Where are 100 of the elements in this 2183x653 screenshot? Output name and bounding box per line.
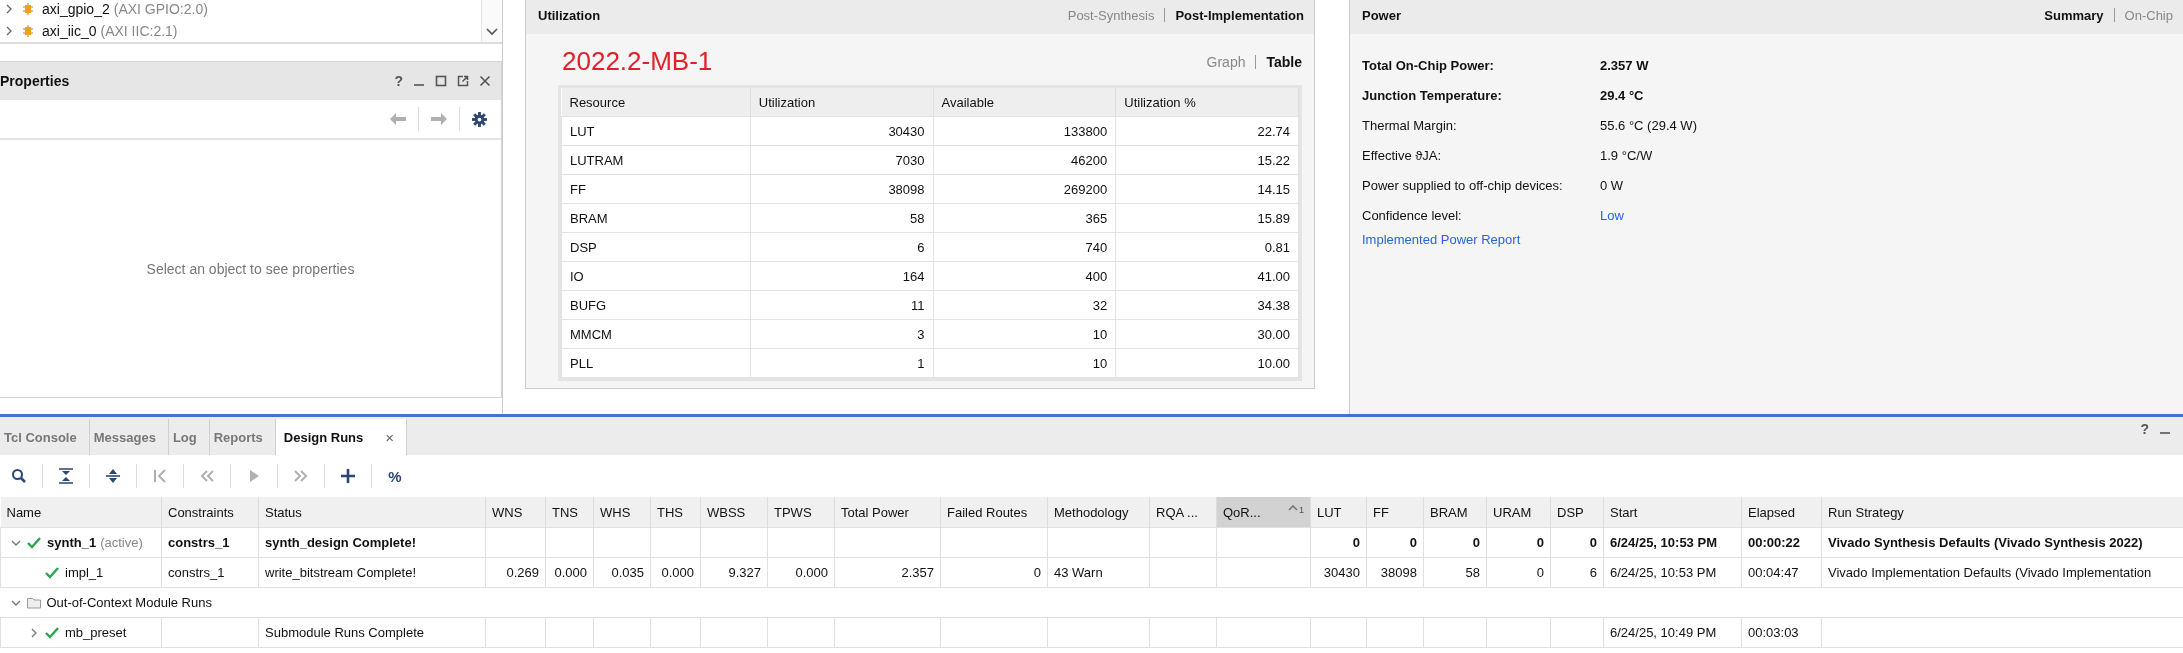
column-header[interactable]: Elapsed [1741,497,1822,528]
table-cell: BUFG [561,290,751,320]
sort-indicator: 1 [1287,504,1304,515]
close-tab-button[interactable]: × [385,428,395,446]
column-header[interactable]: BRAM [1423,497,1487,528]
table-cell: 32 [933,290,1116,320]
table-cell: 00:04:47 [1748,565,1799,580]
view-toggle[interactable]: Table [1266,53,1302,70]
add-icon[interactable] [340,468,356,484]
table-cell: constrs_1 [168,535,230,550]
confidence-link[interactable]: Low [1600,204,1697,226]
table-cell: DSP [561,232,751,262]
scroll-down-icon[interactable] [486,28,498,36]
column-header[interactable]: Constraints [161,497,259,528]
float-icon[interactable] [457,75,469,87]
run-name[interactable]: mb_preset [65,625,127,640]
column-header[interactable]: Run Strategy [1821,497,2183,528]
table-cell: 00:00:22 [1748,535,1801,550]
column-header[interactable]: RQA ... [1149,497,1217,528]
panel-title: Utilization [538,7,601,23]
table-cell: 15.89 [1115,203,1299,233]
table-cell: Vivado Synthesis Defaults (Vivado Synthesis 2022) [1828,535,2143,550]
column-header[interactable]: WNS [485,497,546,528]
column-header[interactable]: Available [933,88,1116,117]
column-header[interactable]: WBSS [700,497,768,528]
power-value: 29.4 °C [1600,86,1645,105]
column-header[interactable]: URAM [1486,497,1551,528]
table-cell: 0.269 [506,565,539,580]
table-cell: 7030 [750,145,934,175]
column-header[interactable]: THS [650,497,701,528]
view-tab[interactable]: Post-Implementation [1175,7,1304,23]
expand-all-icon[interactable] [105,468,121,484]
table-cell: 43 Warn [1054,565,1103,580]
tree-item-detail: (AXI GPIO:2.0) [113,1,208,17]
power-report-link[interactable]: Implemented Power Report [1350,226,1521,247]
table-cell: 0.81 [1115,232,1299,262]
table-cell: 0 [1472,535,1480,550]
table-cell: 38098 [1380,565,1417,580]
settings-icon[interactable] [472,111,487,127]
column-header[interactable]: WHS [593,497,651,528]
table-cell: 15.22 [1115,145,1299,175]
table-cell: 58 [750,203,934,233]
table-cell: 0.035 [611,565,644,580]
table-cell: constrs_1 [168,565,225,580]
table-cell: 164 [750,261,934,291]
table-cell: 0 [1033,565,1041,580]
panel-tab[interactable]: Log [168,419,210,455]
close-icon[interactable] [479,75,491,87]
table-cell: 0 [1536,535,1544,550]
chevron-icon[interactable] [4,4,14,14]
table-cell: 30.00 [1115,319,1299,349]
tree-item[interactable]: axi_gpio_2 [42,1,110,17]
folder-icon [26,596,41,609]
column-header[interactable]: LUT [1310,497,1367,528]
column-header[interactable]: DSP [1550,497,1604,528]
column-header[interactable]: Total Power [834,497,941,528]
table-cell: 269200 [933,174,1116,204]
design-heading: 2022.2-MB-1 [562,46,713,77]
column-header[interactable]: TNS [545,497,594,528]
help-button[interactable]: ? [394,73,403,89]
view-tab[interactable]: Summary [2044,7,2104,23]
column-header[interactable]: Utilization [750,88,934,117]
group-label[interactable]: Out-of-Context Module Runs [46,595,212,610]
search-icon[interactable] [11,468,27,484]
panel-tab[interactable]: Reports [209,419,276,455]
column-header[interactable]: Utilization % [1115,88,1299,117]
column-header[interactable]: Failed Routes [940,497,1048,528]
panel-tab[interactable]: Tcl Console [0,419,90,455]
table-cell: 22.74 [1115,116,1299,146]
help-button[interactable]: ? [2140,421,2149,437]
table-cell: 0.000 [554,565,587,580]
table-cell: 365 [933,203,1116,233]
table-cell: Vivado Implementation Defaults (Vivado Implementation [1828,565,2152,580]
scrollbar[interactable] [481,0,502,42]
table-cell: 9.327 [728,565,761,580]
table-cell: IO [561,261,751,291]
power-value: 0 W [1600,176,1625,195]
table-cell: 38098 [750,174,934,204]
column-header[interactable]: Methodology [1047,497,1150,528]
table-cell: 30430 [750,116,934,146]
collapse-all-icon[interactable] [58,468,74,484]
active-label: (active) [100,535,143,550]
table-cell: FF [561,174,751,204]
column-header[interactable]: Name [0,497,162,528]
column-header[interactable]: Resource [561,88,751,117]
percent-button[interactable]: % [388,467,402,485]
panel-tab[interactable]: Design Runs × [275,419,408,455]
column-header[interactable]: TPWS [767,497,835,528]
column-header[interactable]: Start [1603,497,1742,528]
table-cell: LUTRAM [561,145,751,175]
column-header[interactable]: FF [1366,497,1424,528]
chevron-icon[interactable] [29,627,39,638]
chevron-icon[interactable] [4,26,14,36]
panel-tab[interactable]: Messages [89,419,169,455]
maximize-icon[interactable] [435,75,447,87]
column-header[interactable]: Status [258,497,486,528]
run-name[interactable]: impl_1 [65,565,104,580]
tree-item[interactable]: axi_iic_0 [42,23,97,39]
run-name[interactable]: synth_1 [47,535,97,550]
table-cell: 10.00 [1115,348,1299,378]
